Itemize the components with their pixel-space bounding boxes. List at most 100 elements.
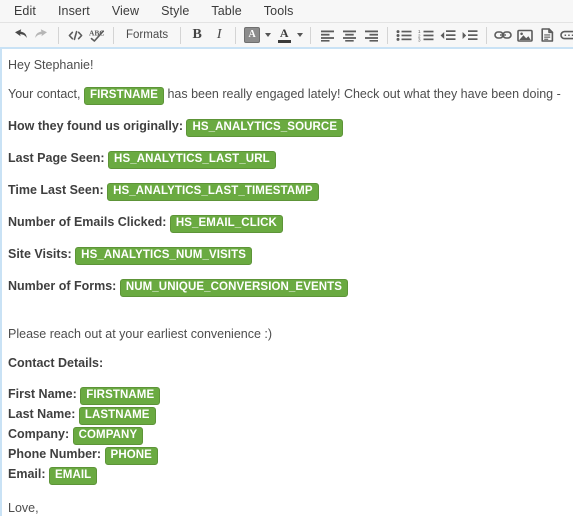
intro-text-before: Your contact, [8,87,84,101]
toolbar: ABC Formats B I A A 1 2 3 [0,23,573,49]
toolbar-separator [113,26,114,44]
contact-field-label: Phone Number: [8,447,105,461]
token-lastname[interactable]: LASTNAME [78,407,156,425]
stat-row: How they found us originally: HS_ANALYTI… [8,119,563,137]
toolbar-separator [58,26,59,44]
bold-icon: B [192,27,202,42]
toolbar-separator [180,26,182,44]
redo-button[interactable] [31,25,53,45]
text-color-swatch [277,39,291,43]
contact-field-label: Last Name: [8,407,79,421]
token-num-unique-conversion-events[interactable]: NUM_UNIQUE_CONVERSION_EVENTS [119,279,349,297]
token-hs-email-click[interactable]: HS_EMAIL_CLICK [169,215,283,233]
background-color-dropdown[interactable] [263,25,273,45]
contact-details-heading: Contact Details: [8,356,563,371]
align-right-icon [364,30,378,42]
stat-label: Last Page Seen: [8,151,109,165]
token-hs-analytics-num-visits[interactable]: HS_ANALYTICS_NUM_VISITS [75,247,252,265]
contact-field-label: Email: [8,467,49,481]
svg-text:3: 3 [418,37,421,42]
increase-indent-button[interactable] [459,25,481,45]
contact-field-label: Company: [8,427,73,441]
intro-paragraph: Your contact, FIRSTNAME has been really … [8,87,563,105]
menu-table[interactable]: Table [200,2,252,20]
numbered-list-icon: 1 2 3 [418,29,434,42]
document-icon [541,28,553,42]
toolbar-separator [486,26,488,44]
signoff-line-1: Love, [8,501,39,515]
decrease-indent-icon [440,29,456,40]
bullet-list-button[interactable] [393,25,415,45]
insert-token-button[interactable] [558,25,573,45]
align-center-button[interactable] [338,25,360,45]
toolbar-separator [310,26,312,44]
align-left-icon [320,30,334,42]
menu-edit[interactable]: Edit [12,2,47,20]
greeting-text: Hey Stephanie! [8,58,94,72]
token-company[interactable]: COMPANY [72,427,144,445]
token-hs-analytics-source[interactable]: HS_ANALYTICS_SOURCE [186,119,344,137]
menu-insert[interactable]: Insert [47,2,101,20]
undo-icon [15,29,27,38]
token-hs-analytics-last-timestamp[interactable]: HS_ANALYTICS_LAST_TIMESTAMP [107,183,319,201]
greeting-paragraph: Hey Stephanie! [8,58,563,73]
token-email[interactable]: EMAIL [49,467,98,485]
stat-label: Number of Forms: [8,279,120,293]
token-firstname[interactable]: FIRSTNAME [83,87,164,105]
spellcheck-button[interactable]: ABC [86,25,108,45]
contact-details-heading-text: Contact Details: [8,356,104,370]
insert-image-button[interactable] [514,25,536,45]
spellcheck-icon: ABC [89,29,105,42]
menu-tools[interactable]: Tools [253,2,305,20]
editor-body-wrap: Hey Stephanie! Your contact, FIRSTNAME h… [0,49,573,516]
contact-field-label: First Name: [8,387,81,401]
formats-button[interactable]: Formats [119,29,175,41]
align-left-button[interactable] [316,25,338,45]
stat-row: Last Page Seen: HS_ANALYTICS_LAST_URL [8,151,563,169]
stat-label: Number of Emails Clicked: [8,215,170,229]
undo-button[interactable] [9,25,31,45]
stat-row: Number of Emails Clicked: HS_EMAIL_CLICK [8,215,563,233]
decrease-indent-button[interactable] [437,25,459,45]
background-color-button[interactable]: A [241,25,263,45]
editor-body[interactable]: Hey Stephanie! Your contact, FIRSTNAME h… [0,49,573,516]
token-hs-analytics-last-url[interactable]: HS_ANALYTICS_LAST_URL [108,151,276,169]
source-code-button[interactable] [64,25,86,45]
rich-text-editor: Edit Insert View Style Table Tools ABC F… [0,0,573,516]
stat-label: How they found us originally: [8,119,187,133]
text-color-button[interactable]: A [273,25,295,45]
toolbar-separator [235,26,237,44]
stat-label: Site Visits: [8,247,76,261]
menu-style[interactable]: Style [150,2,200,20]
token-phone[interactable]: PHONE [104,447,158,465]
align-right-button[interactable] [360,25,382,45]
redo-icon [35,29,47,38]
numbered-list-button[interactable]: 1 2 3 [415,25,437,45]
bold-button[interactable]: B [186,25,208,45]
insert-link-button[interactable] [492,25,514,45]
personalization-token-icon [560,30,573,40]
chevron-down-icon [265,33,272,37]
intro-text-after: has been really engaged lately! Check ou… [163,87,561,101]
insert-document-button[interactable] [536,25,558,45]
stat-row: Time Last Seen: HS_ANALYTICS_LAST_TIMEST… [8,183,563,201]
contact-details-block: First Name: FIRSTNAME Last Name: LASTNAM… [8,385,563,485]
reach-out-paragraph: Please reach out at your earliest conven… [8,327,563,342]
increase-indent-icon [462,29,478,40]
chevron-down-icon [297,33,304,37]
align-center-icon [342,30,356,42]
token-firstname[interactable]: FIRSTNAME [80,387,161,405]
stat-label: Time Last Seen: [8,183,108,197]
image-icon [517,29,533,42]
menu-view[interactable]: View [101,2,150,20]
source-code-icon [68,30,82,40]
editor-focus-border [0,49,2,516]
link-icon [494,31,512,39]
italic-button[interactable]: I [208,25,230,45]
menu-bar: Edit Insert View Style Table Tools [0,0,573,23]
background-color-icon: A [244,27,261,43]
text-color-dropdown[interactable] [295,25,305,45]
stat-row: Site Visits: HS_ANALYTICS_NUM_VISITS [8,247,563,265]
